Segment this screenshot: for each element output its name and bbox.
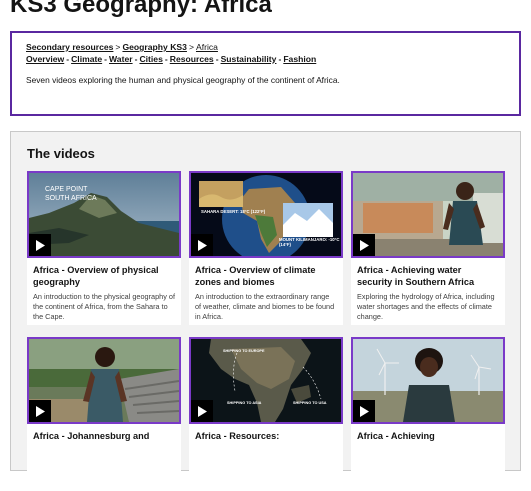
play-icon — [36, 239, 45, 251]
topic-link-fashion[interactable]: Fashion — [283, 54, 316, 64]
thumbnail-image-water-presenter — [353, 173, 503, 256]
thumbnail-caption-asia: SHIPPING TO ASIA — [227, 401, 262, 405]
thumbnail-caption-europe: SHIPPING TO EUROPE — [223, 349, 265, 353]
topic-link-climate[interactable]: Climate — [71, 54, 102, 64]
videos-heading: The videos — [27, 146, 95, 161]
video-description: An introduction to the physical geograph… — [33, 292, 175, 321]
breadcrumb-africa[interactable]: Africa — [196, 42, 218, 52]
video-card-water-security[interactable]: Africa - Achieving water security in Sou… — [351, 171, 505, 325]
thumbnail-caption-usa: SHIPPING TO USA — [293, 401, 327, 405]
videos-section: The videos CAPE POINT SOUTH AFRICA Afric… — [10, 131, 521, 491]
video-title[interactable]: Africa - Resources: — [189, 424, 343, 442]
topic-separator: - — [104, 54, 108, 64]
video-title[interactable]: Africa - Overview of climate zones and b… — [189, 258, 343, 288]
page-title: KS3 Geography: Africa — [10, 0, 272, 18]
video-thumbnail[interactable] — [351, 171, 505, 258]
video-thumbnail[interactable]: SHIPPING TO EUROPE SHIPPING TO ASIA SHIP… — [189, 337, 343, 424]
series-description: Seven videos exploring the human and phy… — [26, 75, 340, 85]
topic-link-sustainability[interactable]: Sustainability — [221, 54, 277, 64]
thumbnail-caption-kilimanjaro: MOUNT KILIMANJARO: -10°C (14°F) — [279, 237, 340, 247]
play-button[interactable] — [29, 234, 51, 256]
breadcrumb-separator: > — [188, 42, 194, 52]
video-card-physical-geography[interactable]: CAPE POINT SOUTH AFRICA Africa - Overvie… — [27, 171, 181, 325]
topic-link-resources[interactable]: Resources — [170, 54, 214, 64]
video-title[interactable]: Africa - Overview of physical geography — [27, 258, 181, 288]
video-card-johannesburg[interactable]: Africa - Johannesburg and — [27, 337, 181, 491]
play-icon — [36, 405, 45, 417]
play-button[interactable] — [191, 234, 213, 256]
topic-separator: - — [215, 54, 219, 64]
video-card-sustainability[interactable]: Africa - Achieving — [351, 337, 505, 491]
breadcrumb-geography-ks3[interactable]: Geography KS3 — [122, 42, 186, 52]
play-button[interactable] — [353, 400, 375, 422]
topic-links: Overview - Climate - Water - Cities - Resources -… — [26, 53, 505, 65]
video-card-climate-zones[interactable]: SAHARA DESERT: 18°C (122°F) MOUNT KILIMA… — [189, 171, 343, 325]
topic-navigation-box: Secondary resources > Geography KS3 > Africa… — [10, 31, 521, 116]
video-title[interactable]: Africa - Achieving water security in Sou… — [351, 258, 505, 288]
play-icon — [198, 239, 207, 251]
video-title[interactable]: Africa - Achieving — [351, 424, 505, 442]
play-button[interactable] — [29, 400, 51, 422]
play-button[interactable] — [353, 234, 375, 256]
thumbnail-image-johannesburg-presenter — [29, 339, 179, 422]
thumbnail-image-wind-farm-presenter — [353, 339, 503, 422]
topic-link-cities[interactable]: Cities — [139, 54, 162, 64]
topic-link-overview[interactable]: Overview — [26, 54, 64, 64]
video-thumbnail[interactable] — [27, 337, 181, 424]
topic-link-water[interactable]: Water — [109, 54, 133, 64]
play-button[interactable] — [191, 400, 213, 422]
play-icon — [198, 405, 207, 417]
thumbnail-caption-line: SOUTH AFRICA — [45, 195, 97, 202]
breadcrumb-secondary-resources[interactable]: Secondary resources — [26, 42, 113, 52]
video-title[interactable]: Africa - Johannesburg and — [27, 424, 181, 442]
thumbnail-caption-sahara: SAHARA DESERT: 18°C (122°F) — [201, 209, 266, 214]
video-thumbnail[interactable]: SAHARA DESERT: 18°C (122°F) MOUNT KILIMA… — [189, 171, 343, 258]
video-thumbnail[interactable] — [351, 337, 505, 424]
breadcrumb: Secondary resources > Geography KS3 > Africa — [26, 41, 505, 53]
play-icon — [360, 239, 369, 251]
video-description: Exploring the hydrology of Africa, inclu… — [357, 292, 495, 321]
play-icon — [360, 405, 369, 417]
topic-separator: - — [164, 54, 168, 64]
video-description: An introduction to the extraordinary ran… — [195, 292, 335, 321]
thumbnail-caption-line: CAPE POINT — [45, 186, 88, 193]
video-card-resources[interactable]: SHIPPING TO EUROPE SHIPPING TO ASIA SHIP… — [189, 337, 343, 491]
thumbnail-image-shipping-map — [191, 339, 341, 422]
video-thumbnail[interactable]: CAPE POINT SOUTH AFRICA — [27, 171, 181, 258]
